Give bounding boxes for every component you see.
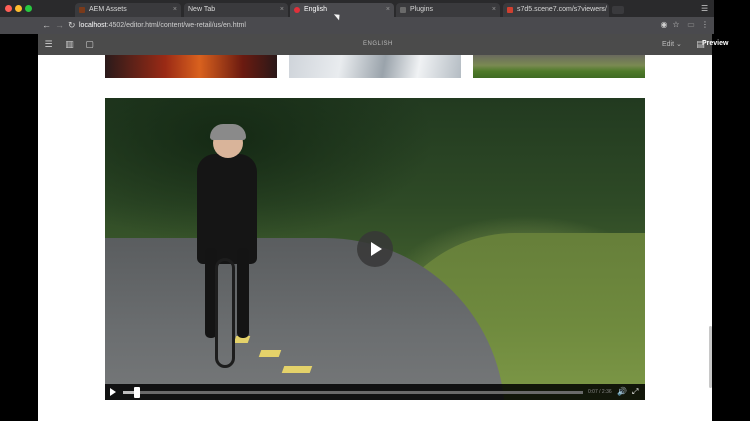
- video-player[interactable]: 0:07 / 2:36 🔊 ⤢: [105, 98, 645, 400]
- annotations-icon[interactable]: ▢: [84, 39, 95, 50]
- cyclist-body: [197, 154, 257, 264]
- tab-title: English: [304, 6, 327, 13]
- reload-icon[interactable]: ↻: [68, 19, 76, 32]
- page-title: ENGLISH: [363, 41, 393, 47]
- close-icon[interactable]: ×: [386, 3, 390, 17]
- video-controls: 0:07 / 2:36 🔊 ⤢: [105, 384, 645, 400]
- teaser-image-lava[interactable]: [105, 55, 277, 78]
- tab-title: Plugins: [410, 6, 433, 13]
- cyclist-helmet: [210, 124, 246, 140]
- fullscreen-icon[interactable]: ⤢: [632, 387, 638, 397]
- bicycle-wheel: [215, 258, 235, 368]
- tab-title: s7d5.scene7.com/s7viewers/: [517, 6, 607, 13]
- star-icon[interactable]: ☆: [671, 20, 681, 30]
- teaser-image-bike-trail[interactable]: [473, 55, 645, 78]
- video-frame-cyclist: [193, 124, 263, 368]
- tab-english[interactable]: English ×: [290, 3, 394, 17]
- zoom-window-button[interactable]: [25, 5, 32, 12]
- aem-editor-toolbar: ☰ ▥ ▢ ENGLISH Edit ⌄ Preview ▤: [38, 34, 728, 55]
- url-host: localhost: [79, 22, 107, 29]
- forward-arrow-icon[interactable]: →: [55, 19, 64, 32]
- screen: AEM Assets × New Tab × English × Plugins…: [0, 0, 750, 421]
- new-tab-button[interactable]: [612, 6, 624, 14]
- timecode: 0:07 / 2:36: [588, 389, 612, 395]
- page-canvas: 0:07 / 2:36 🔊 ⤢: [38, 55, 712, 421]
- url-path: :4502/editor.html/content/we-retail/us/e…: [106, 22, 246, 29]
- close-icon[interactable]: ×: [173, 3, 177, 17]
- cyclist-leg: [237, 248, 249, 338]
- url-field[interactable]: localhost:4502/editor.html/content/we-re…: [79, 21, 246, 30]
- minimize-window-button[interactable]: [15, 5, 22, 12]
- browser-profile-icon[interactable]: ☰: [701, 4, 708, 13]
- play-icon: [371, 242, 382, 256]
- road-marking: [281, 366, 313, 373]
- aem-favicon-icon: [79, 7, 85, 13]
- mode-selector[interactable]: Edit ⌄: [662, 40, 682, 48]
- page-scrollbar[interactable]: [709, 326, 712, 388]
- close-window-button[interactable]: [5, 5, 12, 12]
- play-overlay-button[interactable]: [357, 231, 393, 267]
- tab-title: New Tab: [188, 6, 216, 13]
- tab-title: AEM Assets: [89, 6, 127, 13]
- tab-new-tab[interactable]: New Tab ×: [184, 3, 288, 17]
- chevron-down-icon: ⌄: [676, 41, 682, 48]
- scene7-favicon-icon: [507, 7, 513, 13]
- tab-aem-assets[interactable]: AEM Assets ×: [75, 3, 181, 17]
- play-icon[interactable]: [110, 388, 116, 396]
- teaser-image-snow[interactable]: [289, 55, 461, 78]
- seek-bar[interactable]: [123, 387, 583, 398]
- side-panel-icon[interactable]: ☰: [43, 39, 54, 50]
- page-properties-icon[interactable]: ▥: [64, 39, 75, 50]
- edit-label: Edit: [662, 41, 675, 48]
- aem-favicon-icon: [294, 7, 300, 13]
- plugin-favicon-icon: [400, 7, 406, 13]
- close-icon[interactable]: ×: [601, 3, 605, 17]
- close-icon[interactable]: ×: [492, 3, 496, 17]
- seek-handle[interactable]: [134, 387, 140, 398]
- emulator-icon[interactable]: ▤: [695, 39, 706, 50]
- tab-scene7-viewer[interactable]: s7d5.scene7.com/s7viewers/ ×: [503, 3, 609, 17]
- browser-address-bar: ← → ↻ localhost:4502/editor.html/content…: [0, 17, 714, 34]
- desktop-margin: [714, 0, 750, 34]
- menu-icon[interactable]: ⋮: [700, 20, 710, 30]
- close-icon[interactable]: ×: [280, 3, 284, 17]
- tab-plugins[interactable]: Plugins ×: [396, 3, 500, 17]
- cast-icon[interactable]: ▭: [686, 20, 696, 30]
- back-arrow-icon[interactable]: ←: [42, 19, 51, 32]
- extension-icon[interactable]: ◉: [659, 20, 669, 30]
- browser-tab-bar: AEM Assets × New Tab × English × Plugins…: [0, 0, 714, 17]
- volume-icon[interactable]: 🔊: [617, 387, 627, 397]
